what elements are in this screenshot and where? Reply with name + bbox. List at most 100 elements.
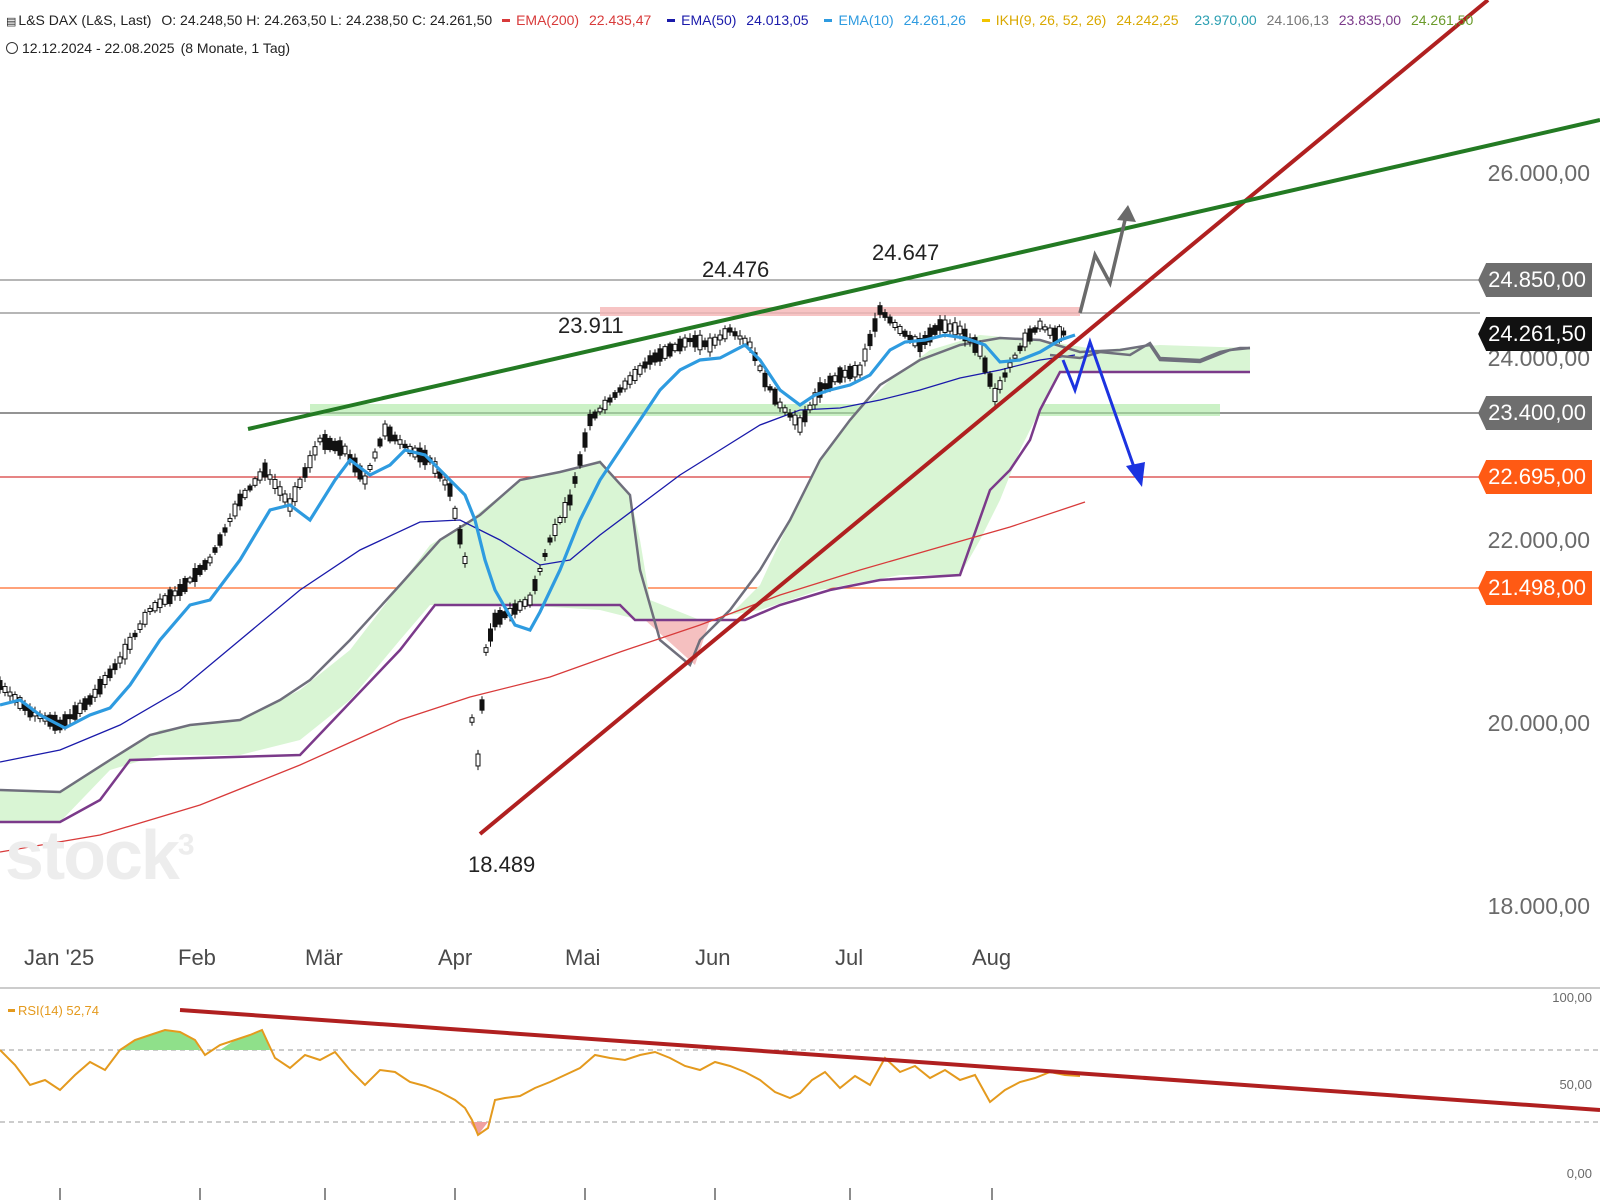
candle-body <box>322 434 328 450</box>
candle-body <box>792 414 798 426</box>
month-label: Aug <box>972 945 1012 970</box>
candle-body <box>372 451 378 459</box>
candle-body <box>822 383 828 390</box>
candle-body <box>642 361 648 369</box>
candle-body <box>342 445 348 455</box>
candle-body <box>87 695 93 705</box>
candle-body <box>292 486 298 503</box>
candle-body <box>532 579 538 591</box>
price-tag-resistance[interactable]: 24.850,00 <box>1478 263 1592 297</box>
candle-body <box>127 636 133 650</box>
candle-body <box>112 663 118 671</box>
candle-body <box>327 437 333 451</box>
date-range: 12.12.2024 - 22.08.2025 (8 Monate, 1 Tag) <box>6 40 296 56</box>
candle-body <box>637 365 643 375</box>
date-range-text: 12.12.2024 - 22.08.2025 <box>22 40 175 56</box>
candle-body <box>717 334 723 341</box>
candle-body <box>1012 354 1018 359</box>
candle-body <box>1007 362 1013 368</box>
annotation-high-2: 24.647 <box>872 240 940 265</box>
candle-body <box>387 426 393 442</box>
candle-body <box>97 678 103 695</box>
candle-body <box>592 411 598 419</box>
candle-body <box>892 321 898 329</box>
candle-body <box>707 337 713 353</box>
candle-body <box>777 401 783 409</box>
indicator-ema10[interactable]: EMA(10) 24.261,26 <box>824 12 971 28</box>
candle-body <box>977 343 983 357</box>
candle-body <box>1042 326 1048 331</box>
ohlc-values: O: 24.248,50 H: 24.263,50 L: 24.238,50 C… <box>161 12 493 28</box>
annotation-low: 18.489 <box>468 852 536 877</box>
price-tag-last[interactable]: 24.261,50 <box>1478 317 1592 351</box>
candle-body <box>237 493 243 507</box>
price-axis-label: 18.000,00 <box>1487 893 1590 919</box>
candle-body <box>797 417 803 433</box>
rsi-axis-label: 100,00 <box>1552 990 1592 1005</box>
price-tag-level-1[interactable]: 22.695,00 <box>1478 460 1592 494</box>
candle-body <box>362 475 368 485</box>
candle-body <box>197 565 203 575</box>
chart-type-icon[interactable]: ▤ <box>6 16 16 28</box>
candle-body <box>317 437 323 443</box>
candle-body <box>332 440 338 452</box>
candle-body <box>767 386 773 391</box>
candle-body <box>987 373 993 387</box>
candle-body <box>867 333 873 347</box>
symbol-name[interactable]: L&S DAX (L&S, Last) <box>18 12 151 28</box>
candle-body <box>307 455 313 469</box>
candle-body <box>512 603 518 615</box>
candle-body <box>117 656 123 664</box>
rsi-axis-label: 50,00 <box>1559 1077 1592 1092</box>
candle-body <box>587 413 593 427</box>
indicator-ema200[interactable]: EMA(200) 22.435,47 <box>502 12 657 28</box>
candle-body <box>242 489 248 499</box>
rsi-trendline <box>179 1008 1600 1112</box>
candle-body <box>122 643 128 660</box>
candle-body <box>497 610 503 625</box>
clock-icon <box>6 42 18 54</box>
indicator-ema50[interactable]: EMA(50) 24.013,05 <box>667 12 814 28</box>
candle-body <box>488 628 493 642</box>
chart-canvas[interactable] <box>0 0 1600 1200</box>
candle-body <box>457 528 463 545</box>
candle-body <box>475 753 481 767</box>
candle-body <box>837 367 843 383</box>
candle-body <box>992 387 998 403</box>
period-text: (8 Monate, 1 Tag) <box>180 40 291 56</box>
candle-body <box>577 454 583 466</box>
annotation-high-1: 24.476 <box>702 257 770 282</box>
candle-body <box>272 479 278 489</box>
month-label: Mai <box>565 945 601 970</box>
candle-body <box>462 555 468 565</box>
candle-body <box>782 407 788 413</box>
candle-body <box>552 523 558 537</box>
candle-body <box>302 467 308 478</box>
candle-body <box>212 547 218 553</box>
candle-body <box>222 527 228 533</box>
candle-body <box>442 479 448 486</box>
candle-body <box>0 680 3 690</box>
candle-body <box>132 632 138 638</box>
month-label: Mär <box>305 945 343 970</box>
candle-body <box>252 478 258 486</box>
candle-body <box>562 502 568 518</box>
price-tag-support[interactable]: 23.400,00 <box>1478 396 1592 430</box>
rsi-label: RSI(14) <box>18 1003 63 1018</box>
candle-body <box>469 717 475 723</box>
candle-body <box>312 446 318 456</box>
candle-body <box>882 312 888 318</box>
candle-body <box>1017 345 1023 352</box>
candle-body <box>297 478 303 488</box>
rsi-legend[interactable]: RSI(14) 52,74 <box>8 1003 99 1018</box>
price-tag-level-2[interactable]: 21.498,00 <box>1478 571 1592 605</box>
candle-body <box>392 434 398 442</box>
candle-body <box>483 647 489 653</box>
candle-body <box>217 534 223 546</box>
candle-body <box>687 337 693 343</box>
candle-body <box>737 335 743 340</box>
candle-body <box>607 397 613 403</box>
candle-body <box>857 364 863 376</box>
candle-body <box>997 380 1003 390</box>
indicator-ikh[interactable]: IKH(9, 26, 52, 26) 24.242,25 <box>981 12 1185 28</box>
